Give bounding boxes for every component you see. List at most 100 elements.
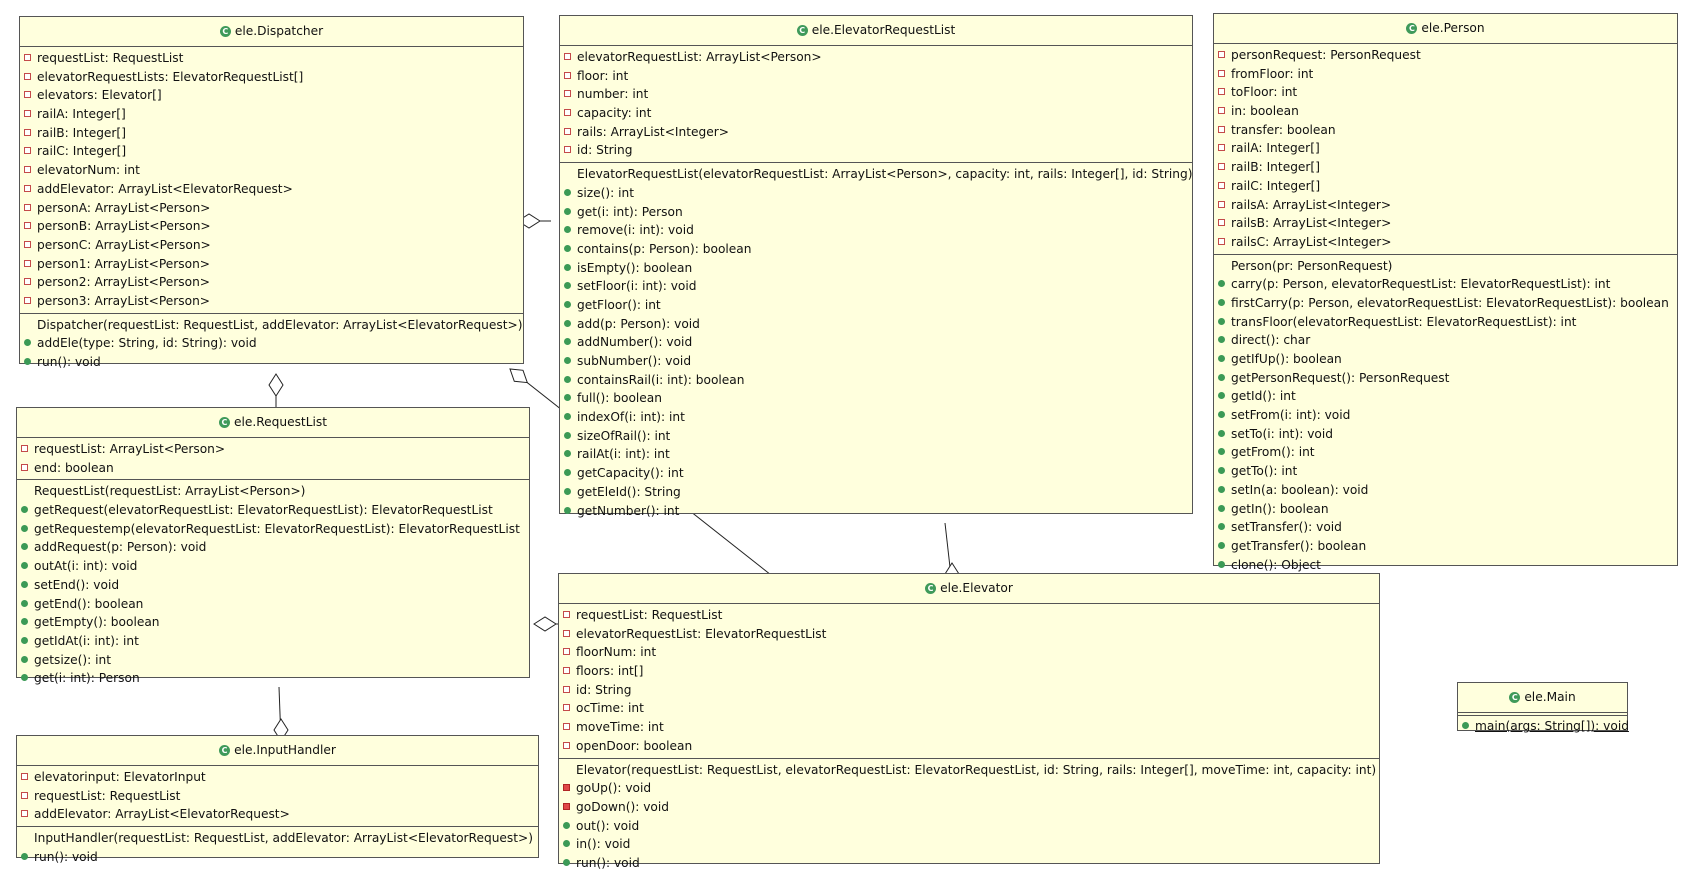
method-row[interactable]: setTo(i: int): void: [1218, 425, 1677, 444]
method-row[interactable]: setIn(a: boolean): void: [1218, 481, 1677, 500]
attribute-row[interactable]: capacity: int: [564, 104, 1192, 123]
attribute-row[interactable]: personC: ArrayList<Person>: [24, 236, 523, 255]
attribute-row[interactable]: id: String: [563, 681, 1379, 700]
attribute-row[interactable]: railsC: ArrayList<Integer>: [1218, 233, 1677, 252]
attribute-row[interactable]: railC: Integer[]: [1218, 177, 1677, 196]
method-row[interactable]: getCapacity(): int: [564, 464, 1192, 483]
attribute-row[interactable]: railsA: ArrayList<Integer>: [1218, 196, 1677, 215]
method-row[interactable]: InputHandler(requestList: RequestList, a…: [21, 829, 538, 848]
class-elevator[interactable]: Cele.Elevator requestList: RequestList ele…: [558, 573, 1380, 870]
class-header[interactable]: Cele.Elevator: [559, 574, 1379, 604]
method-row[interactable]: isEmpty(): boolean: [564, 259, 1192, 278]
attribute-row[interactable]: addElevator: ArrayList<ElevatorRequest>: [21, 805, 538, 824]
attribute-row[interactable]: personRequest: PersonRequest: [1218, 46, 1677, 65]
method-row[interactable]: RequestList(requestList: ArrayList<Perso…: [21, 482, 529, 501]
method-row[interactable]: getRequest(elevatorRequestList: Elevator…: [21, 501, 529, 520]
class-header[interactable]: Cele.ElevatorRequestList: [560, 16, 1192, 46]
attribute-row[interactable]: railC: Integer[]: [24, 142, 523, 161]
method-row[interactable]: getIdAt(i: int): int: [21, 632, 529, 651]
class-header[interactable]: Cele.Person: [1214, 14, 1677, 44]
attribute-row[interactable]: floors: int[]: [563, 662, 1379, 681]
attribute-row[interactable]: railB: Integer[]: [24, 124, 523, 143]
method-row[interactable]: get(i: int): Person: [21, 669, 529, 688]
method-row[interactable]: setTransfer(): void: [1218, 518, 1677, 537]
class-dispatcher[interactable]: Cele.Dispatcher requestList: RequestList e…: [19, 16, 524, 369]
method-row[interactable]: getIn(): boolean: [1218, 500, 1677, 519]
attribute-row[interactable]: rails: ArrayList<Integer>: [564, 123, 1192, 142]
method-row[interactable]: getRequestemp(elevatorRequestList: Eleva…: [21, 520, 529, 539]
method-row[interactable]: getId(): int: [1218, 387, 1677, 406]
method-row[interactable]: railAt(i: int): int: [564, 445, 1192, 464]
attribute-row[interactable]: floor: int: [564, 67, 1192, 86]
attribute-row[interactable]: elevatorRequestList: ArrayList<Person>: [564, 48, 1192, 67]
attribute-row[interactable]: railB: Integer[]: [1218, 158, 1677, 177]
attribute-row[interactable]: end: boolean: [21, 459, 529, 478]
method-row[interactable]: sizeOfRail(): int: [564, 427, 1192, 446]
attribute-row[interactable]: addElevator: ArrayList<ElevatorRequest>: [24, 180, 523, 199]
method-row[interactable]: addEle(type: String, id: String): void: [24, 334, 523, 353]
attribute-row[interactable]: requestList: ArrayList<Person>: [21, 440, 529, 459]
method-row[interactable]: contains(p: Person): boolean: [564, 240, 1192, 259]
method-row[interactable]: setFrom(i: int): void: [1218, 406, 1677, 425]
attribute-row[interactable]: elevatorRequestList: ElevatorRequestList: [563, 625, 1379, 644]
method-row[interactable]: outAt(i: int): void: [21, 557, 529, 576]
attribute-row[interactable]: floorNum: int: [563, 643, 1379, 662]
class-header[interactable]: Cele.RequestList: [17, 408, 529, 438]
method-row[interactable]: remove(i: int): void: [564, 221, 1192, 240]
attribute-row[interactable]: moveTime: int: [563, 718, 1379, 737]
method-row[interactable]: run(): void: [563, 854, 1379, 873]
method-row[interactable]: run(): void: [21, 848, 538, 867]
attribute-row[interactable]: person2: ArrayList<Person>: [24, 273, 523, 292]
method-row[interactable]: getsize(): int: [21, 651, 529, 670]
method-row[interactable]: clone(): Object: [1218, 556, 1677, 575]
method-row[interactable]: out(): void: [563, 817, 1379, 836]
method-row[interactable]: containsRail(i: int): boolean: [564, 371, 1192, 390]
association-input-handler-request-list[interactable]: [273, 686, 289, 742]
attribute-row[interactable]: number: int: [564, 85, 1192, 104]
attribute-row[interactable]: id: String: [564, 141, 1192, 160]
method-row[interactable]: full(): boolean: [564, 389, 1192, 408]
method-row[interactable]: getIfUp(): boolean: [1218, 350, 1677, 369]
method-row[interactable]: carry(p: Person, elevatorRequestList: El…: [1218, 275, 1677, 294]
attribute-row[interactable]: openDoor: boolean: [563, 737, 1379, 756]
method-row[interactable]: goDown(): void: [563, 798, 1379, 817]
method-row[interactable]: add(p: Person): void: [564, 315, 1192, 334]
attribute-row[interactable]: toFloor: int: [1218, 83, 1677, 102]
attribute-row[interactable]: personB: ArrayList<Person>: [24, 217, 523, 236]
method-row[interactable]: indexOf(i: int): int: [564, 408, 1192, 427]
attribute-row[interactable]: fromFloor: int: [1218, 65, 1677, 84]
method-row[interactable]: addNumber(): void: [564, 333, 1192, 352]
method-row[interactable]: Elevator(requestList: RequestList, eleva…: [563, 761, 1379, 780]
method-row[interactable]: get(i: int): Person: [564, 203, 1192, 222]
attribute-row[interactable]: elevatorinput: ElevatorInput: [21, 768, 538, 787]
attribute-row[interactable]: elevatorNum: int: [24, 161, 523, 180]
method-row[interactable]: transFloor(elevatorRequestList: Elevator…: [1218, 313, 1677, 332]
class-header[interactable]: Cele.InputHandler: [17, 736, 538, 766]
method-row[interactable]: Person(pr: PersonRequest): [1218, 257, 1677, 276]
attribute-row[interactable]: elevatorRequestLists: ElevatorRequestLis…: [24, 68, 523, 87]
method-row[interactable]: ElevatorRequestList(elevatorRequestList:…: [564, 165, 1193, 184]
attribute-row[interactable]: requestList: RequestList: [21, 787, 538, 806]
method-row[interactable]: setEnd(): void: [21, 576, 529, 595]
method-row[interactable]: run(): void: [24, 353, 523, 372]
method-row[interactable]: getEleId(): String: [564, 483, 1192, 502]
method-row[interactable]: direct(): char: [1218, 331, 1677, 350]
method-row[interactable]: firstCarry(p: Person, elevatorRequestLis…: [1218, 294, 1677, 313]
method-row[interactable]: getFloor(): int: [564, 296, 1192, 315]
method-row[interactable]: getTransfer(): boolean: [1218, 537, 1677, 556]
method-row[interactable]: getPersonRequest(): PersonRequest: [1218, 369, 1677, 388]
attribute-row[interactable]: requestList: RequestList: [24, 49, 523, 68]
attribute-row[interactable]: elevators: Elevator[]: [24, 86, 523, 105]
class-header[interactable]: Cele.Main: [1458, 683, 1627, 713]
method-row[interactable]: in(): void: [563, 835, 1379, 854]
method-row[interactable]: goUp(): void: [563, 779, 1379, 798]
class-main[interactable]: Cele.Main main(args: String[]): void: [1457, 682, 1629, 733]
method-row[interactable]: Dispatcher(requestList: RequestList, add…: [24, 316, 523, 335]
attribute-row[interactable]: railA: Integer[]: [1218, 139, 1677, 158]
attribute-row[interactable]: requestList: RequestList: [563, 606, 1379, 625]
method-row[interactable]: subNumber(): void: [564, 352, 1192, 371]
method-row[interactable]: setFloor(i: int): void: [564, 277, 1192, 296]
method-row[interactable]: main(args: String[]): void: [1462, 717, 1629, 736]
method-row[interactable]: addRequest(p: Person): void: [21, 538, 529, 557]
method-row[interactable]: getEmpty(): boolean: [21, 613, 529, 632]
